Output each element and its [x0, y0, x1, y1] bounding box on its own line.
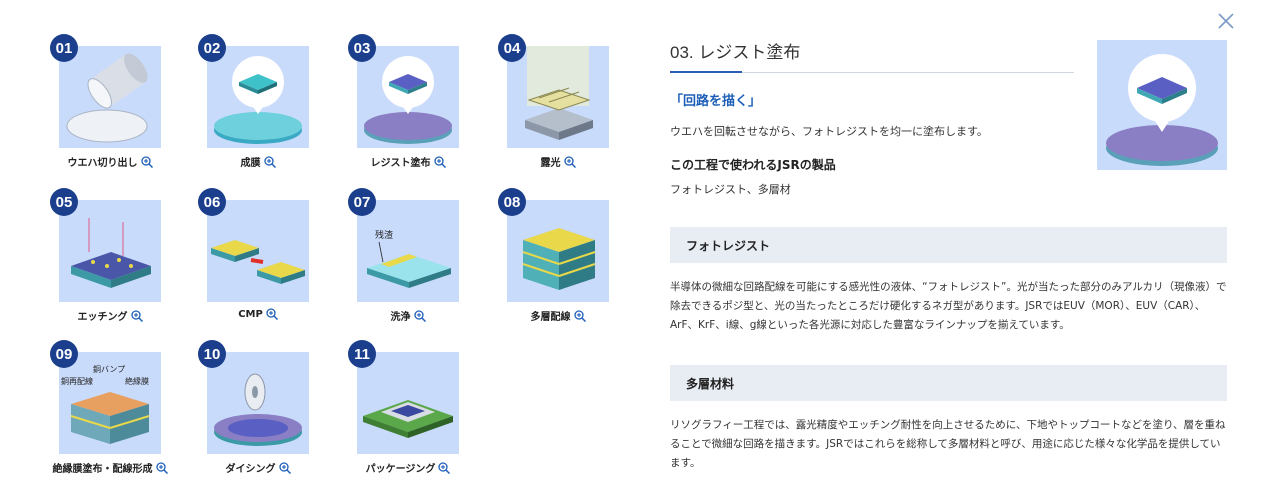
step-caption[interactable]: ウエハ切り出し [46, 154, 174, 169]
detail-description: ウエハを回転させながら、フォトレジストを均一に塗布します。 [670, 125, 988, 138]
copper-rewiring-label: 銅再配線 [61, 376, 93, 386]
step-caption[interactable]: 絶縁膜塗布・配線形成 [46, 460, 174, 475]
step-caption[interactable]: 多層配線 [494, 308, 622, 323]
section-line: ArF、KrF、i線、g線といった各光源に対応した豊富なラインナップを揃えていま… [670, 319, 1070, 331]
zoom-in-icon[interactable] [413, 309, 426, 322]
step-illustration [207, 200, 309, 302]
step-illustration [357, 46, 459, 148]
step-number-badge: 07 [348, 188, 376, 216]
step-label: 露光 [540, 158, 561, 169]
step-label: ダイシング [225, 464, 276, 475]
zoom-in-icon[interactable] [263, 155, 276, 168]
step-caption[interactable]: パッケージング [344, 460, 472, 475]
step-illustration: 残渣 [357, 200, 459, 302]
products-heading: この工程で使われるJSRの製品 [670, 158, 836, 172]
step-illustration [357, 352, 459, 454]
step-label: パッケージング [365, 464, 436, 475]
step-illustration [207, 46, 309, 148]
section-heading-photoresist: フォトレジスト [670, 227, 1227, 263]
zoom-in-icon[interactable] [433, 155, 446, 168]
residue-label: 残渣 [375, 229, 393, 241]
zoom-in-icon[interactable] [563, 155, 576, 168]
section-line: ます。 [670, 457, 701, 469]
step-number-badge: 01 [50, 34, 78, 62]
step-caption[interactable]: CMP [194, 308, 322, 320]
step-caption[interactable]: レジスト塗布 [344, 154, 472, 169]
step-label: レジスト塗布 [370, 158, 431, 169]
step-number-badge: 02 [198, 34, 226, 62]
step-caption[interactable]: ダイシング [194, 460, 322, 475]
step-label: 多層配線 [530, 312, 571, 323]
step-label: 絶縁膜塗布・配線形成 [52, 464, 153, 475]
step-caption[interactable]: 露光 [494, 154, 622, 169]
step-number-badge: 09 [50, 340, 78, 368]
insulating-film-label: 絶縁膜 [125, 376, 149, 386]
detail-illustration [1097, 40, 1227, 170]
title-divider-accent [670, 71, 742, 73]
zoom-in-icon[interactable] [155, 461, 168, 474]
section-heading-multilayer: 多層材料 [670, 365, 1227, 401]
detail-subtitle: 「回路を描く」 [670, 94, 762, 109]
step-label: 成膜 [240, 158, 261, 169]
step-illustration [59, 200, 161, 302]
section-line: ることで微細な回路を描きます。JSRではこれらを総称して多層材料と呼び、用途に応… [670, 438, 1221, 450]
step-number-badge: 08 [498, 188, 526, 216]
zoom-in-icon[interactable] [438, 461, 451, 474]
section-body-photoresist: 半導体の微細な回路配線を可能にする感光性の液体、“フォトレジスト”。光が当たった… [670, 278, 1227, 335]
step-illustration [507, 46, 609, 148]
step-caption[interactable]: 洗浄 [344, 308, 472, 323]
step-label: CMP [238, 308, 263, 320]
section-line: 除去できるポジ型と、光の当たったところだけ硬化するネガ型があります。JSRではE… [670, 300, 1206, 312]
step-number-badge: 11 [348, 340, 376, 368]
zoom-in-icon[interactable] [278, 461, 291, 474]
copper-bump-label: 銅バンプ [93, 364, 125, 374]
detail-title: 03. レジスト塗布 [670, 43, 801, 62]
close-icon[interactable] [1217, 12, 1235, 30]
section-line: リソグラフィー工程では、露光精度やエッチング耐性を向上させるために、下地やトップ… [670, 419, 1226, 431]
zoom-in-icon[interactable] [140, 155, 153, 168]
section-line: 半導体の微細な回路配線を可能にする感光性の液体、“フォトレジスト”。光が当たった… [670, 281, 1227, 293]
step-illustration [207, 352, 309, 454]
zoom-in-icon[interactable] [130, 309, 143, 322]
step-label: エッチング [77, 312, 128, 323]
zoom-in-icon[interactable] [266, 308, 278, 320]
step-number-badge: 04 [498, 34, 526, 62]
step-illustration [507, 200, 609, 302]
step-caption[interactable]: エッチング [46, 308, 174, 323]
step-number-badge: 06 [198, 188, 226, 216]
products-list: フォトレジスト、多層材 [670, 183, 791, 196]
step-number-badge: 03 [348, 34, 376, 62]
step-number-badge: 10 [198, 340, 226, 368]
step-label: ウエハ切り出し [67, 158, 138, 169]
step-illustration [59, 46, 161, 148]
zoom-in-icon[interactable] [573, 309, 586, 322]
section-body-multilayer: リソグラフィー工程では、露光精度やエッチング耐性を向上させるために、下地やトップ… [670, 416, 1227, 473]
step-illustration: 銅バンプ 銅再配線 絶縁膜 [59, 352, 161, 454]
step-label: 洗浄 [390, 312, 411, 323]
step-caption[interactable]: 成膜 [194, 154, 322, 169]
step-number-badge: 05 [50, 188, 78, 216]
